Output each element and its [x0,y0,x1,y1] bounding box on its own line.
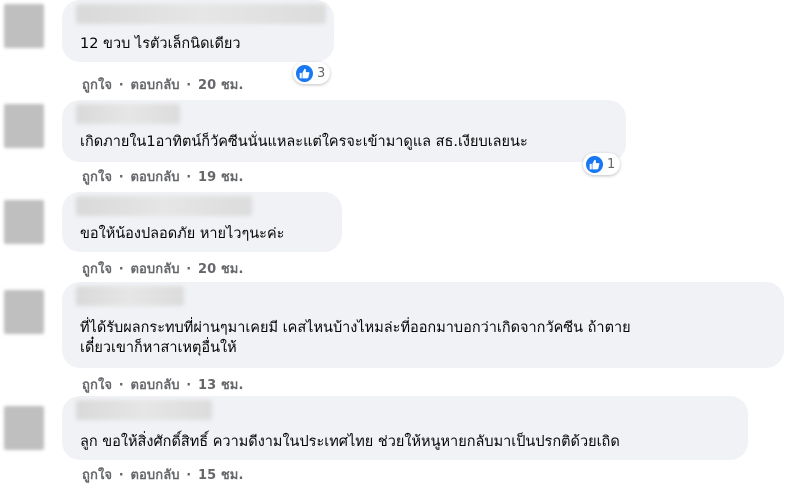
comment-text: เกิดภายใน1อาทิตน์ก็วัคซีนนั่นแหละแต่ใครจ… [80,134,528,150]
comment-time[interactable]: 20 ชม. [198,262,244,277]
avatar[interactable] [4,200,44,244]
comment-actions: ถูกใจ · ตอบกลับ · 20 ชม. [82,78,244,93]
comment-actions: ถูกใจ · ตอบกลับ · 19 ชม. [82,170,244,185]
comment-text: ที่ได้รับผลกระทบที่ผ่านๆมาเคยมี เคสไหนบ้… [80,320,631,356]
comment-time[interactable]: 13 ชม. [198,378,244,393]
reaction-count: 3 [317,65,326,81]
like-action[interactable]: ถูกใจ [82,378,112,393]
comment-time[interactable]: 19 ชม. [198,170,244,185]
comment-text: 12 ขวบ ไรตัวเล็กนิดเดียว [80,36,241,52]
comment-time[interactable]: 20 ชม. [198,78,244,93]
avatar[interactable] [4,4,44,48]
reaction-badge[interactable]: 1 [583,153,621,175]
reply-action[interactable]: ตอบกลับ [130,378,179,393]
author-name-blurred[interactable] [76,104,180,124]
comment-actions: ถูกใจ · ตอบกลับ · 20 ชม. [82,262,244,277]
reply-action[interactable]: ตอบกลับ [130,170,179,185]
comment-bubble: 12 ขวบ ไรตัวเล็กนิดเดียว [62,0,334,62]
reply-action[interactable]: ตอบกลับ [130,468,179,483]
comment-text: ขอให้น้องปลอดภัย หายไวๆนะค่ะ [80,226,285,242]
avatar[interactable] [4,104,44,148]
author-name-blurred[interactable] [76,400,212,420]
like-action[interactable]: ถูกใจ [82,262,112,277]
comment-time[interactable]: 15 ชม. [198,468,244,483]
author-name-blurred[interactable] [76,286,184,306]
comment-actions: ถูกใจ · ตอบกลับ · 15 ชม. [82,468,244,483]
like-action[interactable]: ถูกใจ [82,468,112,483]
reaction-count: 1 [607,156,616,172]
reply-action[interactable]: ตอบกลับ [130,262,179,277]
comment-actions: ถูกใจ · ตอบกลับ · 13 ชม. [82,378,244,393]
reply-action[interactable]: ตอบกลับ [130,78,179,93]
avatar[interactable] [4,290,44,334]
reaction-badge[interactable]: 3 [293,62,331,84]
like-icon [586,155,603,173]
author-name-blurred[interactable] [76,4,326,24]
comment-bubble: เกิดภายใน1อาทิตน์ก็วัคซีนนั่นแหละแต่ใครจ… [62,100,626,162]
like-action[interactable]: ถูกใจ [82,170,112,185]
author-name-blurred[interactable] [76,196,252,216]
like-icon [296,64,313,82]
avatar[interactable] [4,406,44,450]
comment-bubble: ขอให้น้องปลอดภัย หายไวๆนะค่ะ [62,192,342,252]
comment-bubble: ที่ได้รับผลกระทบที่ผ่านๆมาเคยมี เคสไหนบ้… [62,282,784,368]
comment-bubble: ลูก ขอให้สิ่งศักดิ์สิทธิ์ ความดีงามในประ… [62,396,748,460]
like-action[interactable]: ถูกใจ [82,78,112,93]
comment-text: ลูก ขอให้สิ่งศักดิ์สิทธิ์ ความดีงามในประ… [80,434,620,450]
